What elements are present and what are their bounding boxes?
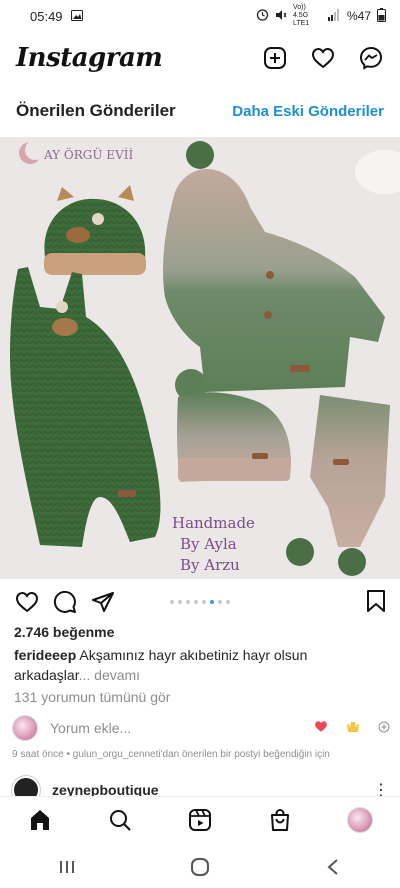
recent-apps-icon[interactable] xyxy=(52,852,82,882)
raised-hands-emoji[interactable] xyxy=(346,720,360,736)
add-post-icon[interactable] xyxy=(262,45,288,71)
suggested-posts-header: Önerilen Gönderiler Daha Eski Gönderiler xyxy=(0,92,400,130)
gallery-notification-icon xyxy=(70,9,83,24)
by-arzu-text: By Arzu xyxy=(180,556,240,574)
current-user-avatar xyxy=(12,715,38,741)
brand-watermark: AY ÖRGÜ EVİİ xyxy=(43,146,133,162)
carousel-dot xyxy=(186,600,190,604)
back-icon[interactable] xyxy=(318,852,348,882)
status-bar: 05:49 Vo)) 4.5G LTE1 %47 xyxy=(0,0,400,32)
post-image[interactable]: AY ÖRGÜ EVİİ Handmade By Ayla By Arzu xyxy=(0,137,400,579)
add-comment-input[interactable]: Yorum ekle... xyxy=(50,720,131,736)
carousel-dot xyxy=(194,600,198,604)
carousel-dot xyxy=(210,600,214,604)
carousel-dot xyxy=(226,600,230,604)
status-time: 05:49 xyxy=(30,8,63,24)
home-circle-icon[interactable] xyxy=(185,852,215,882)
system-navigation xyxy=(0,846,400,888)
carousel-indicator xyxy=(170,600,230,604)
messenger-icon[interactable] xyxy=(358,45,384,71)
bookmark-icon[interactable] xyxy=(366,589,386,618)
caption-username[interactable]: ferideeep xyxy=(14,647,76,663)
reels-icon[interactable] xyxy=(185,805,215,835)
network-label: Vo)) 4.5G LTE1 xyxy=(292,4,310,27)
caption-more-link[interactable]: ... devamı xyxy=(79,667,140,683)
battery-label: %47 xyxy=(346,9,371,23)
handmade-text: Handmade xyxy=(172,514,255,532)
likes-count[interactable]: 2.746 beğenme xyxy=(14,624,114,640)
carousel-dot xyxy=(170,600,174,604)
post-meta: 9 saat önce • gulun_orgu_cenneti'dan öne… xyxy=(12,749,330,760)
app-header: Instagram xyxy=(0,36,400,80)
battery-icon xyxy=(377,7,386,25)
add-comment-row: Yorum ekle... xyxy=(12,713,390,743)
search-icon[interactable] xyxy=(105,805,135,835)
carousel-dot xyxy=(218,600,222,604)
older-posts-link[interactable]: Daha Eski Gönderiler xyxy=(232,103,384,120)
instagram-logo[interactable]: Instagram xyxy=(16,43,163,73)
like-icon[interactable] xyxy=(12,587,42,617)
red-heart-emoji[interactable] xyxy=(314,720,328,736)
bottom-navigation xyxy=(0,796,400,842)
view-all-comments-link[interactable]: 131 yorumun tümünü gör xyxy=(14,689,170,705)
mute-icon xyxy=(275,9,287,24)
share-icon[interactable] xyxy=(88,587,118,617)
suggested-title: Önerilen Gönderiler xyxy=(16,101,176,120)
by-ayla-text: By Ayla xyxy=(180,535,237,553)
post-caption: ferideeep Akşamınız hayr akıbetiniz hayr… xyxy=(14,645,384,685)
add-emoji-icon[interactable] xyxy=(378,721,390,736)
carousel-dot xyxy=(178,600,182,604)
alarm-icon xyxy=(256,8,269,24)
carousel-dot xyxy=(202,600,206,604)
profile-avatar xyxy=(347,806,373,833)
shop-icon[interactable] xyxy=(265,805,295,835)
profile-tab[interactable] xyxy=(345,805,375,835)
heart-icon[interactable] xyxy=(310,45,336,71)
signal-icon xyxy=(327,8,341,24)
home-icon[interactable] xyxy=(25,805,55,835)
comment-icon[interactable] xyxy=(50,587,80,617)
